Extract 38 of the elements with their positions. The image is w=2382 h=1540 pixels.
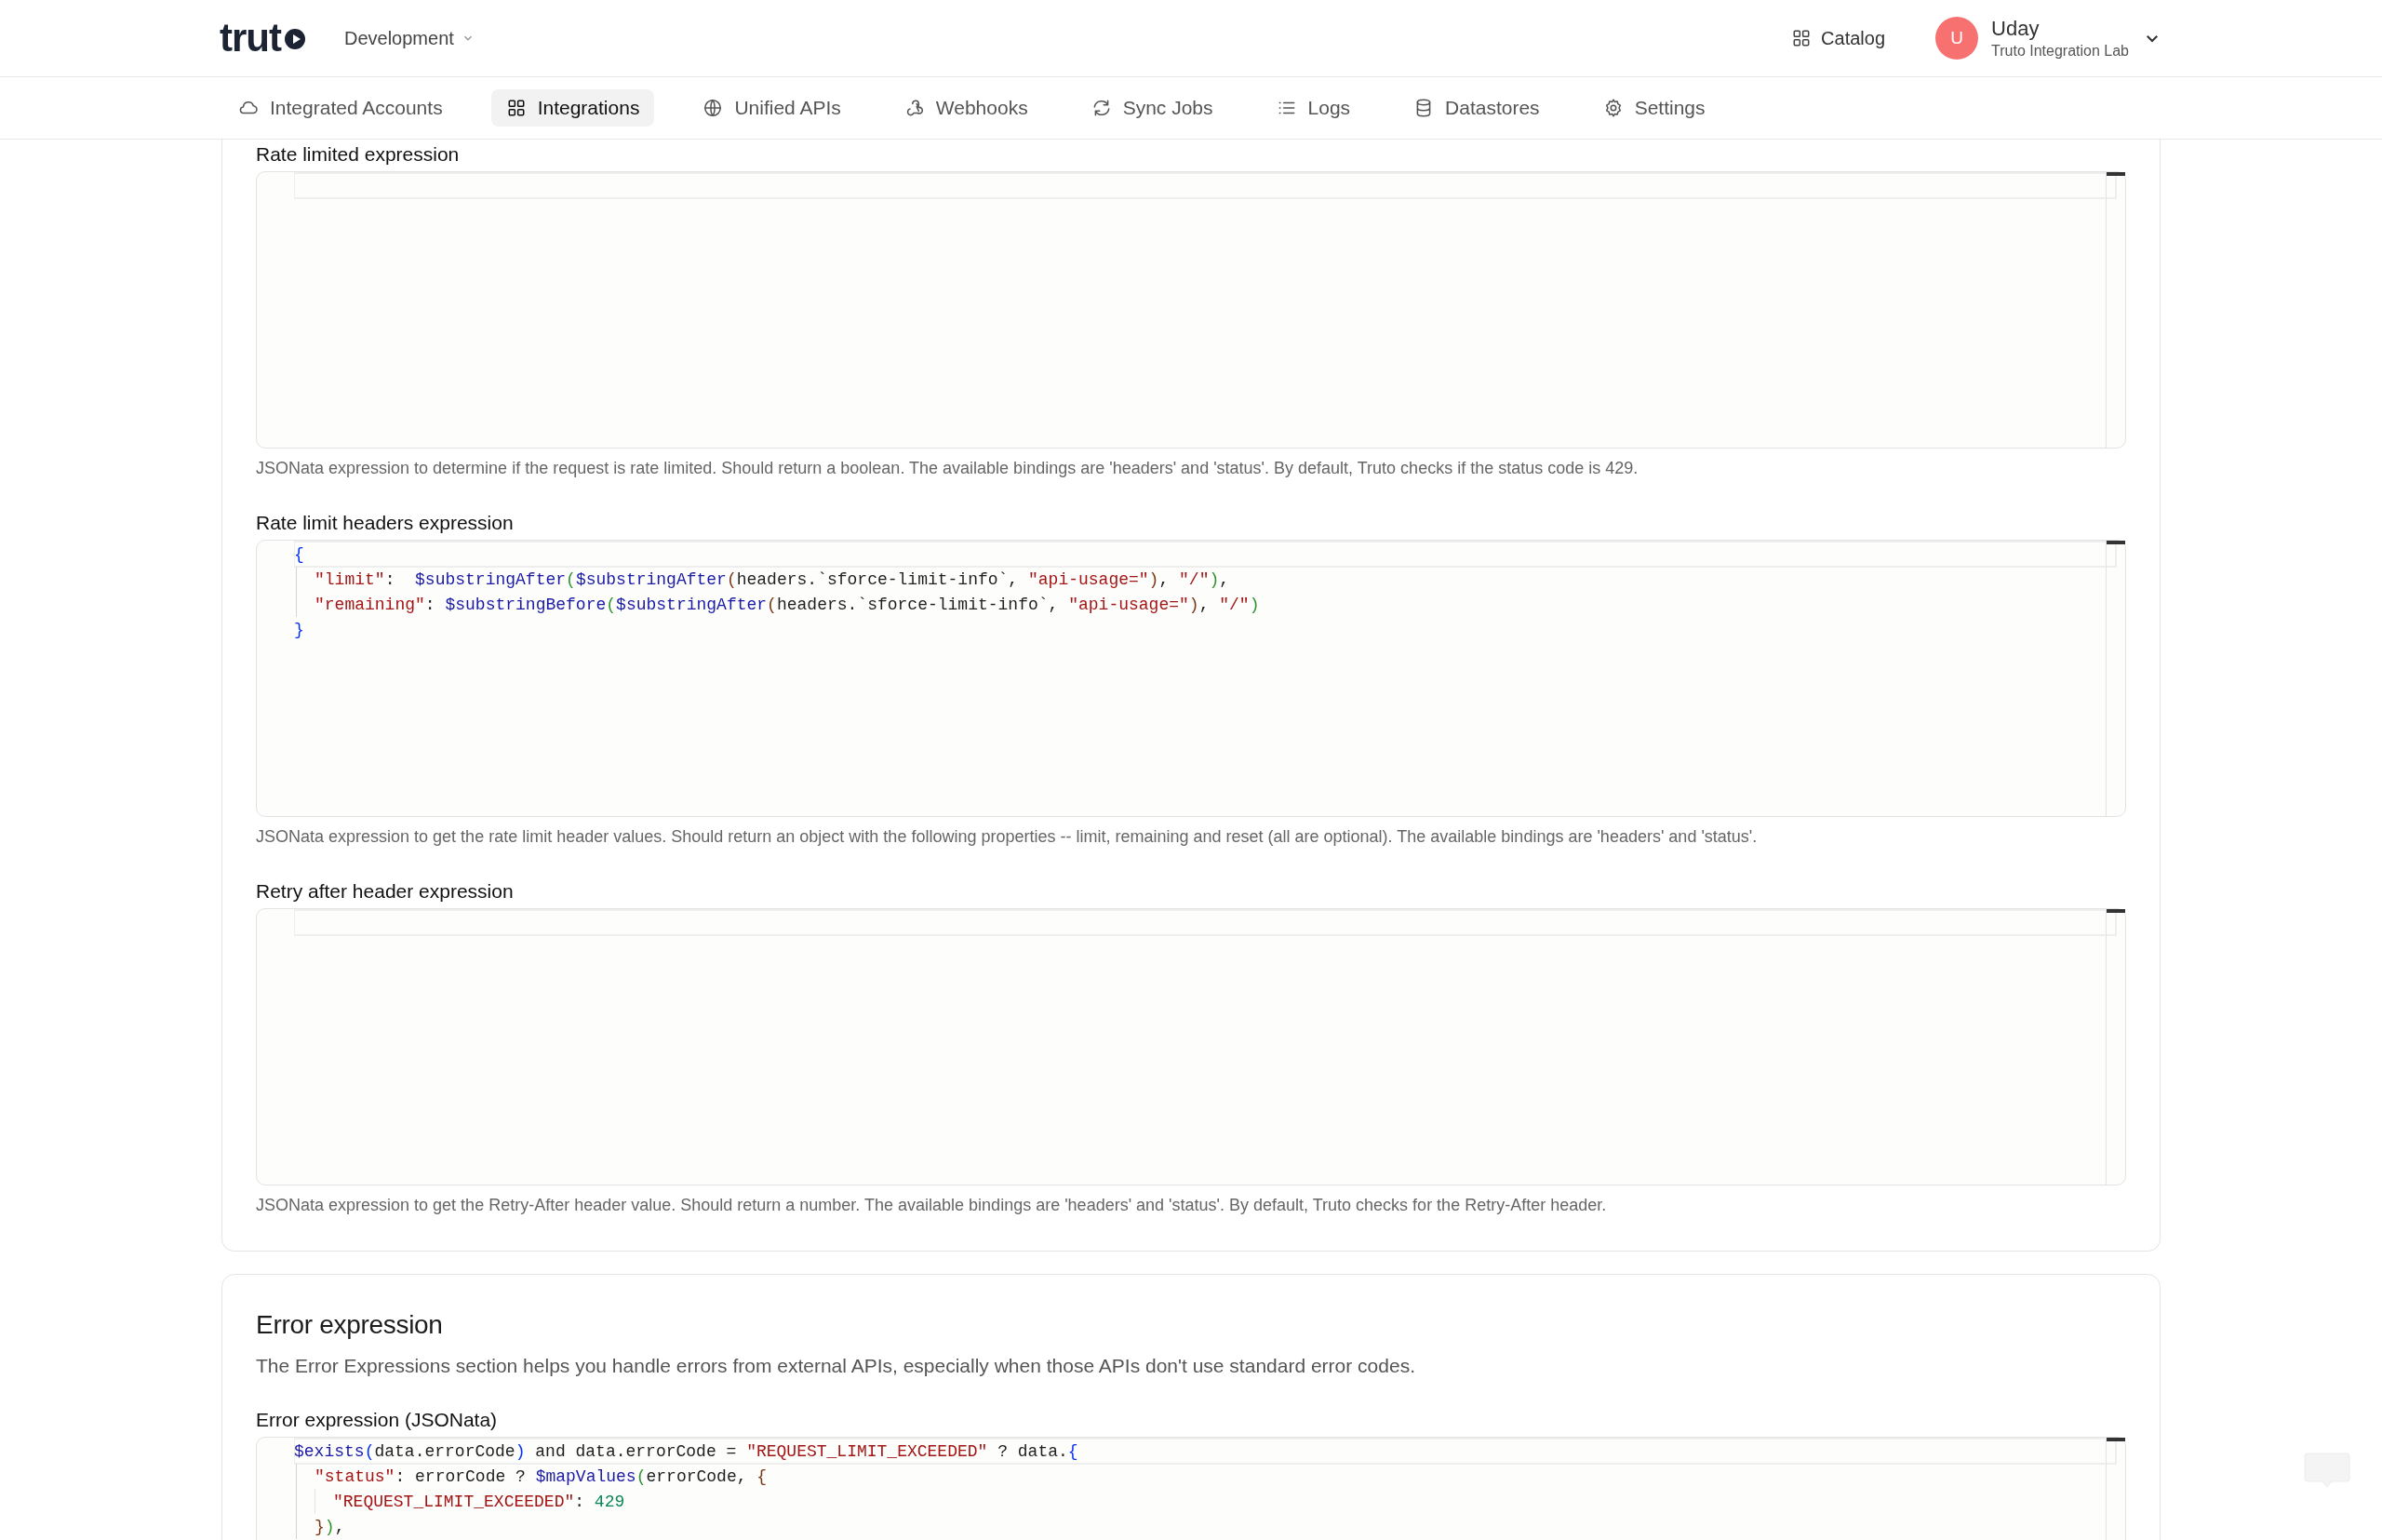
code-editor[interactable]: $exists(data.errorCode) and data.errorCode = "REQUEST_LIMIT_EXCEEDED" ? data.{ "status": errorCode ? $mapValues(errorCode, { "REQUEST_LIMIT_EXCEEDED": 429 }), [256, 1437, 2126, 1540]
globe-icon [703, 98, 724, 118]
nav-tab[interactable]: Integrated Accounts [223, 89, 458, 127]
nav-tab[interactable]: Settings [1587, 89, 1720, 127]
code-editor[interactable] [256, 171, 2126, 449]
code-line: } [294, 620, 304, 639]
field-label: Retry after header expression [256, 880, 515, 903]
nav-tab[interactable]: Logs [1261, 89, 1366, 127]
team-name: Truto Integration Lab [1991, 43, 2129, 60]
scrollbar[interactable] [2106, 909, 2125, 1185]
code-line: "REQUEST_LIMIT_EXCEEDED": 429 [333, 1492, 625, 1511]
code-line: "status": errorCode ? $mapValues(errorCode, { [314, 1466, 768, 1486]
field-label: Rate limited expression [256, 143, 461, 166]
logo[interactable]: trut [220, 16, 309, 60]
code-line: "remaining": $substringBefore($substringAfter(headers.`sforce-limit-info`, "api-usage="), "/") [314, 595, 1260, 614]
nav-tab[interactable]: Sync Jobs [1076, 89, 1228, 127]
help-text: JSONata expression to determine if the request is rate limited. Should return a boolean. The available bindings are 'headers' and 'status'. By default, Truto checks if the status code is 429. [256, 459, 1639, 478]
nav-tab[interactable]: Webhooks [889, 89, 1043, 127]
code-line: { [294, 544, 304, 564]
environment-dropdown[interactable]: Development [344, 21, 475, 55]
scrollbar[interactable] [2106, 172, 2125, 448]
field-label: Error expression (JSONata) [256, 1409, 499, 1431]
help-text: JSONata expression to get the Retry-After header value. Should return a number. The available bindings are 'headers' and 'status'. By default, Truto checks for the Retry-After header. [256, 1196, 1608, 1215]
code-editor[interactable]: { "limit": $substringAfter($substringAfter(headers.`sforce-limit-info`, "api-usage="), "/"), "remaining": $substringBefore($substringAfter(headers.`sforce-limit-info`, "api-usage="), "/") } [256, 540, 2126, 817]
code-line: "limit": $substringAfter($substringAfter(headers.`sforce-limit-info`, "api-usage="), "/"), [314, 569, 1230, 589]
field-label: Rate limit headers expression [256, 512, 515, 534]
nav-tab[interactable]: Datastores [1398, 89, 1555, 127]
section-description: The Error Expressions section helps you handle errors from external APIs, especially when those APIs don't use standard error codes. [256, 1355, 1416, 1377]
nav-tab[interactable]: Integrations [490, 89, 655, 127]
user-name: Uday [1991, 17, 2041, 41]
code-line: }), [314, 1517, 345, 1536]
section-title: Error expression [256, 1310, 444, 1340]
help-text: JSONata expression to get the rate limit header values. Should return an object with the following properties -- limit, remaining and reset (all are optional). The available bindings are 'headers' and 'status'. [256, 827, 1759, 847]
code-line: $exists(data.errorCode) and data.errorCode = "REQUEST_LIMIT_EXCEEDED" ? data.{ [294, 1441, 1078, 1461]
catalog-button[interactable]: Catalog [1787, 21, 1890, 55]
scrollbar[interactable] [2106, 541, 2125, 816]
nav-tab[interactable]: Unified APIs [688, 89, 856, 127]
code-editor[interactable] [256, 908, 2126, 1185]
